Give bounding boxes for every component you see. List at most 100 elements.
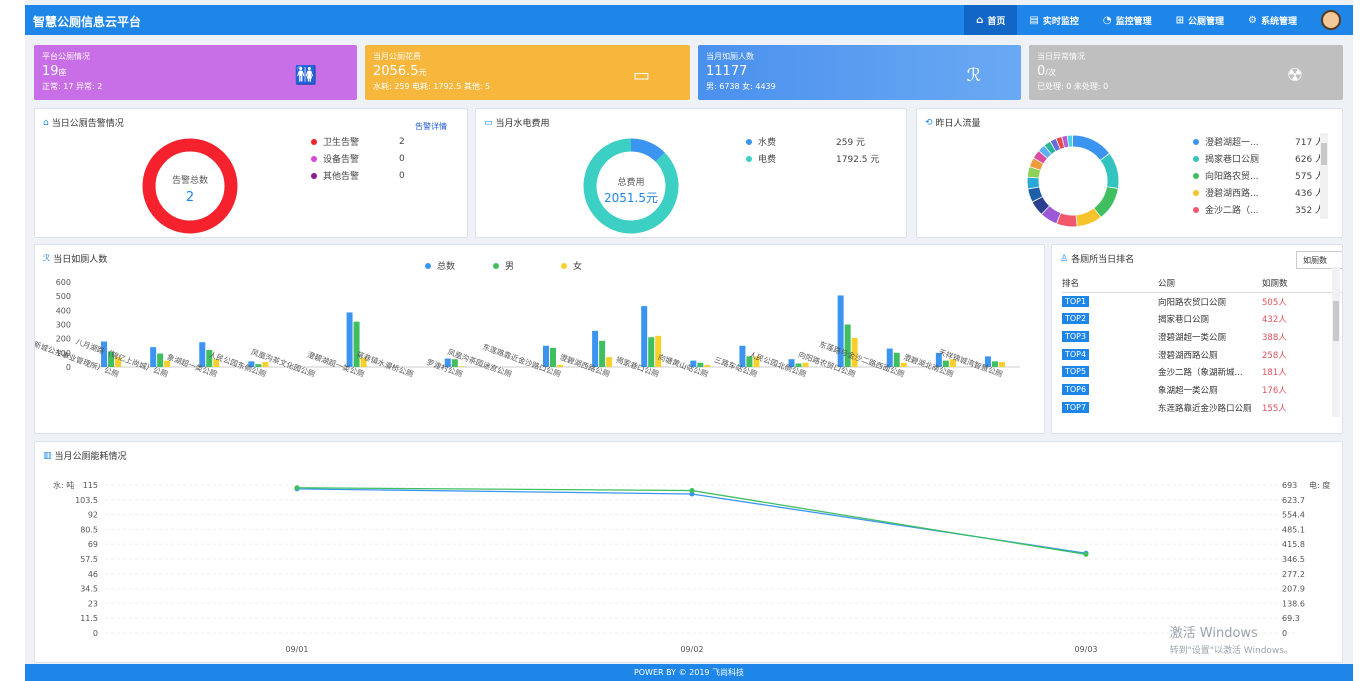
alarm-detail-link[interactable]: 告警详情 [415, 121, 447, 132]
legend-dot [746, 138, 752, 145]
y-tick-label: 11.5 [80, 614, 98, 623]
rank-row[interactable]: TOP2 揭家巷口公厕 432人 [1062, 310, 1342, 328]
bar-女-3 [262, 362, 269, 367]
user-avatar[interactable] [1309, 5, 1353, 35]
wallet-icon: ▭ [632, 65, 650, 86]
traffic-legend-item: 澄碧湖西路... 436 人 [1193, 186, 1324, 199]
rank-toilet-name: 象湖超一类公厕 [1158, 385, 1218, 396]
monitor-icon: ▤ [1029, 14, 1039, 26]
traffic-slice-4 [1057, 213, 1077, 227]
bar-男-15 [844, 324, 851, 367]
bar-男-11 [648, 337, 655, 367]
usage-bar-chart: 6005004003002001000金沙二路（象湖新城公共事业管理所）公厕八月… [35, 278, 1020, 379]
y2-tick-label: 346.5 [1282, 555, 1305, 564]
y-tick-label: 600 [56, 278, 71, 287]
traffic-slice-2 [1094, 186, 1118, 217]
y2-tick-label: 485.1 [1282, 525, 1305, 534]
traffic-legend-item: 揭家巷口公厕 626 人 [1193, 152, 1324, 165]
rank-badge: TOP2 [1062, 313, 1090, 325]
alarm-center-value: 2 [186, 190, 194, 205]
rank-badge: TOP3 [1062, 330, 1090, 342]
nav-toilet-manage[interactable]: ⊞ 公厕管理 [1164, 5, 1236, 35]
traffic-panel: ⟲ 昨日人流量 澄碧湖超一... 717 人揭家巷口公厕 626 人向阳路农贸... 5… [916, 108, 1343, 238]
nav-realtime[interactable]: ▤ 实时监控 [1017, 5, 1090, 35]
traffic-slice-6 [1032, 196, 1050, 214]
footer: POWER BY © 2019 飞尚科技 [25, 664, 1353, 681]
top-bar: 智慧公厕信息云平台 ⌂ 首页 ▤ 实时监控 ◔ 监控管理 ⊞ 公厕管理 ⚙ 系统管理 [25, 5, 1353, 35]
utility-legend-water: 水费 259 元 [746, 135, 865, 148]
stat-card-cost[interactable]: 当月公厕花费 2056.5元 水耗: 259 电耗: 1792.5 其他: 5 … [365, 45, 690, 100]
bar-女-12 [704, 364, 711, 367]
nav-home[interactable]: ⌂ 首页 [964, 5, 1018, 35]
alarm-donut-ring [142, 138, 238, 234]
y2-tick-label: 138.6 [1282, 599, 1305, 608]
panel-title: ▭ 当月水电费用 [484, 117, 550, 130]
rank-row[interactable]: TOP4 澄碧湖西路公厕 258人 [1062, 346, 1342, 364]
y-tick-label: 57.5 [80, 555, 98, 564]
rank-row[interactable]: TOP1 向阳路农贸口公厕 505人 [1062, 293, 1342, 311]
legend-dot [311, 155, 317, 162]
nav-monitor-manage[interactable]: ◔ 监控管理 [1091, 5, 1164, 35]
nav-label: 监控管理 [1115, 16, 1152, 27]
legend-dot [1193, 138, 1199, 145]
bar-女-16 [900, 362, 907, 367]
folder-icon: ▭ [484, 117, 493, 128]
bar-男-9 [550, 347, 556, 367]
scroll-thumb[interactable] [1333, 301, 1339, 341]
stat-card-toilets[interactable]: 平台公厕情况 19座 正常: 17 异常: 2 🚻 [34, 45, 357, 100]
rank-row[interactable]: TOP3 澄碧湖超一类公厕 388人 [1062, 328, 1342, 346]
rank-badge: TOP1 [1062, 295, 1090, 307]
traffic-slice-9 [1027, 167, 1041, 178]
traffic-slice-16 [1062, 135, 1069, 148]
traffic-scrollbar[interactable] [1320, 133, 1328, 219]
rank-badge: TOP7 [1062, 401, 1090, 413]
building-icon: ⌂ [43, 117, 49, 128]
y2-axis-label: 电: 度 [1309, 480, 1330, 490]
rank-table: 排名 公厕 如厕数 TOP1 向阳路农贸口公厕 505人 TOP2 揭家巷口公厕 432人 TO… [1062, 275, 1342, 417]
scroll-thumb[interactable] [1321, 143, 1327, 165]
ranking-icon: ♙ [1060, 253, 1069, 264]
stat-card-visitors[interactable]: 当月如厕人数 11177 男: 6738 女: 4439 ℛ [698, 45, 1021, 100]
bar-女-14 [802, 362, 809, 367]
windows-activation-watermark: 激活 Windows 转到"设置"以激活 Windows。 [1169, 626, 1293, 656]
traffic-donut-ring [1027, 135, 1119, 227]
rank-row[interactable]: TOP6 象湖超一类公厕 176人 [1062, 381, 1342, 399]
rank-scrollbar[interactable] [1332, 267, 1340, 417]
y-tick-label: 0 [66, 363, 71, 372]
x-tick-label: 09/03 [1074, 645, 1097, 654]
home-icon: ⌂ [976, 14, 984, 26]
y2-tick-label: 415.8 [1282, 540, 1305, 549]
rank-count: 155人 [1262, 403, 1287, 414]
rank-row[interactable]: TOP5 金沙二路（象湖新城... 181人 [1062, 363, 1342, 381]
bar-男-1 [157, 353, 164, 367]
rank-badge: TOP5 [1062, 366, 1090, 378]
y-tick-label: 400 [56, 306, 71, 315]
panel-title: ⟲ 昨日人流量 [925, 117, 981, 130]
point-电-0 [294, 485, 300, 491]
rank-toilet-name: 向阳路农贸口公厕 [1158, 297, 1227, 308]
rank-toilet-name: 揭家巷口公厕 [1158, 315, 1210, 326]
y-tick-label: 23 [88, 599, 98, 608]
main-nav: ⌂ 首页 ▤ 实时监控 ◔ 监控管理 ⊞ 公厕管理 ⚙ 系统管理 [964, 5, 1353, 35]
alarm-panel: ⌂ 当日公厕告警情况 告警详情 告警总数 2 卫生告警 2 设备告警 0 其他告警 0 [34, 108, 468, 238]
traffic-slice-10 [1029, 158, 1044, 170]
traffic-slice-15 [1056, 137, 1065, 149]
rank-header: 排名 公厕 如厕数 [1062, 275, 1342, 293]
energy-line-chart: 115 693 103.5 623.7 92 554.4 80.5 485.1 69 415.8 5… [53, 480, 1330, 654]
nav-system-manage[interactable]: ⚙ 系统管理 [1236, 5, 1309, 35]
bar-男-16 [893, 352, 900, 367]
stat-card-anomaly[interactable]: 当日异常情况 0/次 已处理: 0 未处理: 0 ☢ [1029, 45, 1343, 100]
utility-center-label: 总费用 [617, 176, 644, 188]
bar-男-10 [599, 340, 606, 367]
alarm-legend-other: 其他告警 0 [311, 169, 405, 182]
card-title: 平台公厕情况 [42, 52, 90, 61]
alarm-legend-device: 设备告警 0 [311, 152, 405, 165]
legend-dot [311, 138, 317, 145]
y-tick-label: 103.5 [75, 496, 98, 505]
bar-女-9 [557, 364, 563, 367]
rank-row[interactable]: TOP7 东莲路靠近金沙路口公厕 155人 [1062, 399, 1342, 417]
legend-dot [1193, 172, 1199, 179]
app-title: 智慧公厕信息云平台 [33, 15, 142, 29]
y-tick-label: 34.5 [80, 585, 98, 594]
traffic-slice-1 [1100, 153, 1119, 189]
